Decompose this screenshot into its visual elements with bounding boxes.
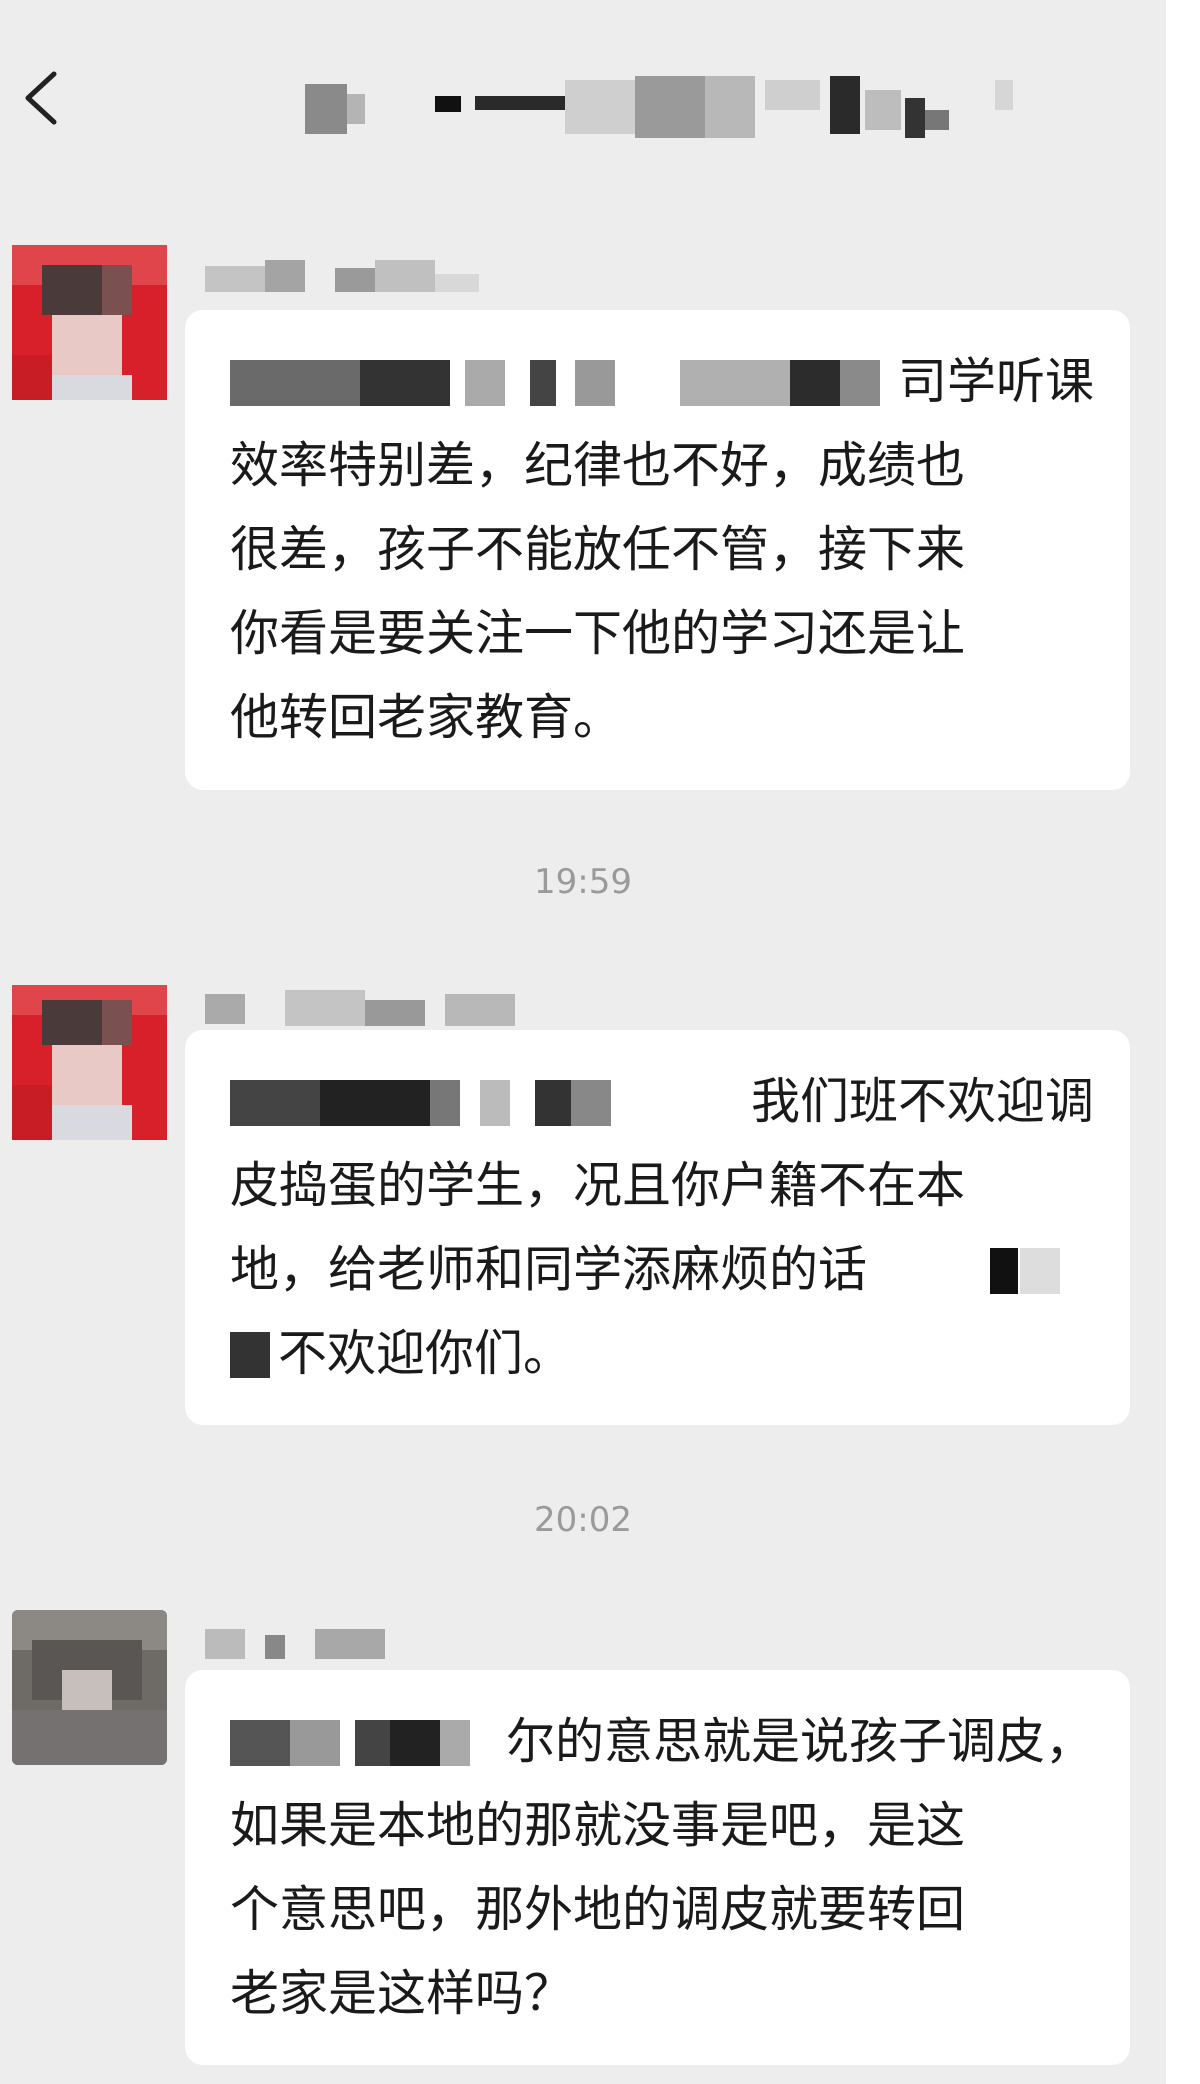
message-line: 老家是这样吗？ — [230, 1965, 574, 2022]
chat-header — [0, 0, 1166, 190]
avatar[interactable] — [12, 985, 167, 1140]
message-bubble[interactable]: 我们班不欢迎调 皮捣蛋的学生，况且你户籍不在本 地，给老师和同学添麻烦的话 不欢… — [185, 1030, 1130, 1425]
message-line: 皮捣蛋的学生，况且你户籍不在本 — [230, 1157, 966, 1214]
back-button[interactable] — [14, 62, 74, 134]
message-line: 如果是本地的那就没事是吧，是这 — [230, 1797, 966, 1854]
message-line: 他转回老家教育。 — [230, 689, 623, 746]
message-bubble[interactable]: 尔的意思就是说孩子调皮， 如果是本地的那就没事是吧，是这 个意思吧，那外地的调皮… — [185, 1670, 1130, 2065]
message-line: 尔的意思就是说孩子调皮， — [230, 1700, 1094, 1784]
sender-name-redacted — [205, 1625, 565, 1665]
timestamp: 19:59 — [534, 862, 632, 902]
message-line: 我们班不欢迎调 — [230, 1060, 1094, 1144]
message-line: 不欢迎你们。 — [230, 1312, 1094, 1396]
chat-title-redacted — [305, 70, 1025, 150]
image-border — [1166, 0, 1200, 2084]
message-line: 很差，孩子不能放任不管，接下来 — [230, 521, 966, 578]
message-line: 效率特别差，纪律也不好，成绩也 — [230, 437, 966, 494]
avatar[interactable] — [12, 245, 167, 400]
message-line: 你看是要关注一下他的学习还是让 — [230, 605, 966, 662]
message-line: 个意思吧，那外地的调皮就要转回 — [230, 1881, 966, 1938]
chevron-left-icon — [25, 71, 57, 125]
message-line: 司学听课 — [230, 340, 1094, 424]
chat-screen: 司学听课 效率特别差，纪律也不好，成绩也 很差，孩子不能放任不管，接下来 你看是… — [0, 0, 1166, 2084]
timestamp: 20:02 — [534, 1500, 632, 1540]
sender-name-redacted — [205, 260, 565, 300]
sender-name-redacted — [205, 990, 565, 1030]
message-bubble[interactable]: 司学听课 效率特别差，纪律也不好，成绩也 很差，孩子不能放任不管，接下来 你看是… — [185, 310, 1130, 790]
avatar[interactable] — [12, 1610, 167, 1765]
message-line: 地，给老师和同学添麻烦的话 — [230, 1228, 1094, 1312]
